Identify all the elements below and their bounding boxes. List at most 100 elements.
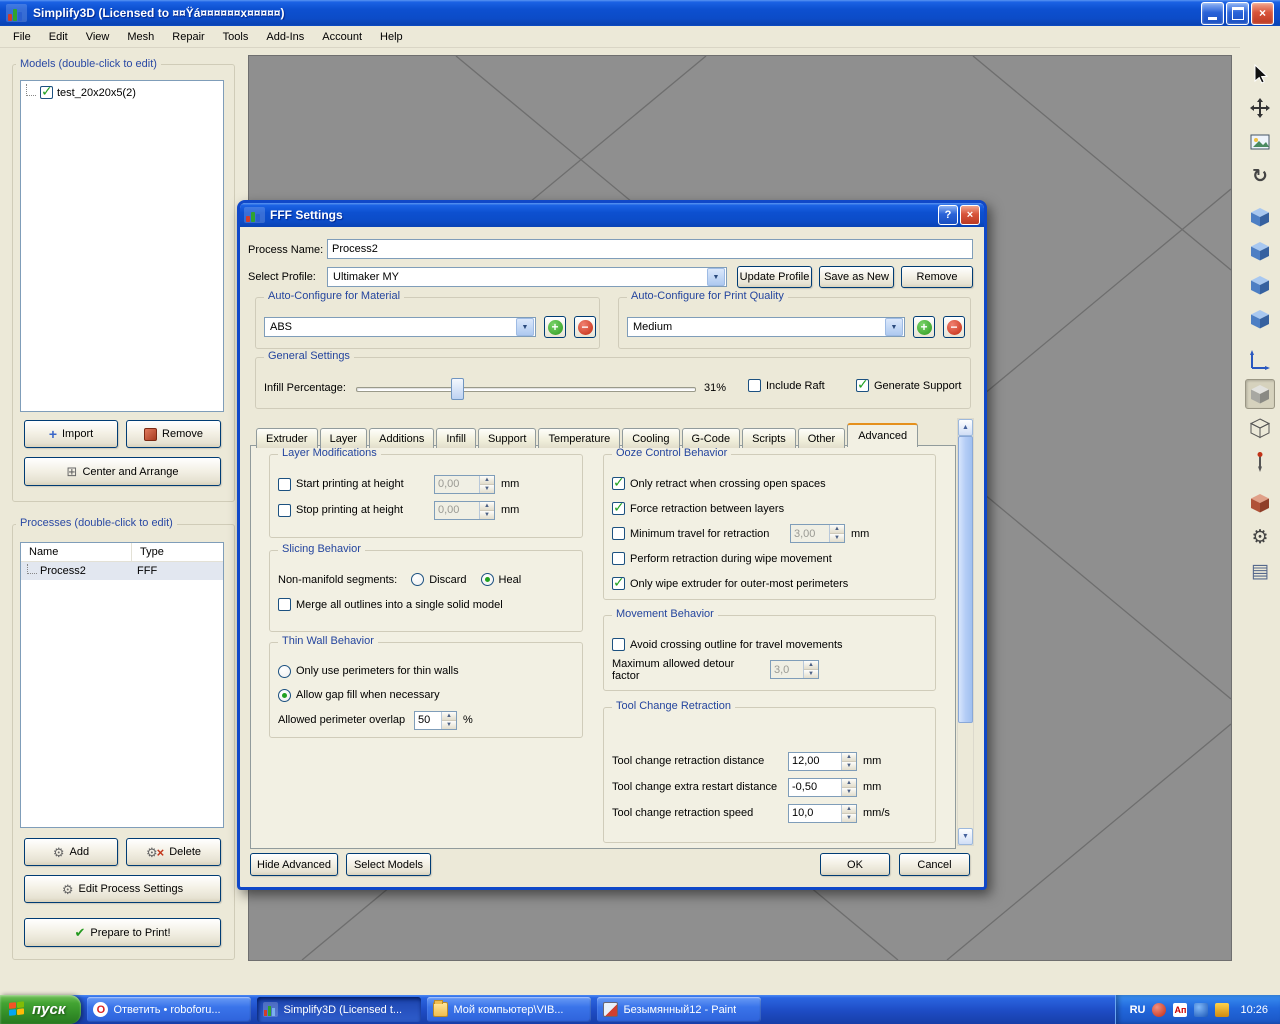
merge-outlines-checkbox[interactable]: Merge all outlines into a single solid m… (278, 592, 574, 617)
add-quality-button[interactable]: + (913, 316, 935, 338)
generate-support-checkbox[interactable]: Generate Support (856, 379, 961, 392)
default-view-tool[interactable] (1245, 202, 1275, 232)
snapshot-tool[interactable] (1245, 127, 1275, 157)
delete-process-button[interactable]: ⚙× Delete (126, 838, 221, 866)
clock[interactable]: 10:26 (1240, 1004, 1268, 1016)
slider-thumb[interactable] (451, 378, 464, 400)
dropdown-arrow-icon[interactable] (516, 318, 534, 336)
profile-select[interactable]: Ultimaker MY (327, 267, 727, 287)
menu-help[interactable]: Help (371, 28, 412, 46)
app-titlebar[interactable]: Simplify3D (Licensed to ¤¤Ÿá¤¤¤¤¤¤x¤¤¤¤¤… (0, 0, 1280, 26)
tab-scripts[interactable]: Scripts (742, 428, 796, 448)
include-raft-checkbox[interactable]: Include Raft (748, 379, 825, 392)
model-item[interactable]: test_20x20x5(2) (21, 81, 223, 103)
menu-addins[interactable]: Add-Ins (257, 28, 313, 46)
cancel-button[interactable]: Cancel (899, 853, 970, 876)
remove-profile-button[interactable]: Remove (901, 266, 973, 288)
save-as-new-button[interactable]: Save as New (819, 266, 894, 288)
select-models-button[interactable]: Select Models (346, 853, 431, 876)
taskbar-item-browser[interactable]: O Ответить • roboforu... (87, 997, 251, 1022)
start-printing-checkbox[interactable]: Start printing at height (278, 478, 428, 491)
menu-account[interactable]: Account (313, 28, 371, 46)
perimeters-only-radio[interactable]: Only use perimeters for thin walls (278, 659, 574, 683)
tc-distance-input[interactable] (789, 753, 841, 770)
layer-preview-tool[interactable]: ▤ (1245, 556, 1275, 586)
menu-tools[interactable]: Tools (214, 28, 258, 46)
prepare-to-print-button[interactable]: ✔ Prepare to Print! (24, 918, 221, 947)
support-pin-tool[interactable] (1245, 447, 1275, 477)
wipe-retraction-checkbox[interactable]: Perform retraction during wipe movement (612, 546, 927, 571)
scrollbar-thumb[interactable] (958, 436, 973, 723)
quality-select[interactable]: Medium (627, 317, 905, 337)
process-name-input[interactable] (327, 239, 973, 259)
tray-icon-3[interactable] (1194, 1003, 1208, 1017)
spinner-arrows[interactable] (441, 712, 456, 729)
tc-distance-spinner[interactable] (788, 752, 857, 771)
center-and-arrange-button[interactable]: ⊞ Center and Arrange (24, 457, 221, 486)
add-material-button[interactable]: + (544, 316, 566, 338)
machine-settings-tool[interactable]: ⚙ (1245, 522, 1275, 552)
force-retraction-checkbox[interactable]: Force retraction between layers (612, 496, 927, 521)
maximize-button[interactable] (1226, 2, 1249, 25)
min-travel-checkbox[interactable]: Minimum travel for retraction (612, 527, 784, 540)
scroll-up-button[interactable] (958, 419, 973, 436)
remove-material-button[interactable]: − (574, 316, 596, 338)
close-button[interactable]: × (1251, 2, 1274, 25)
tab-layer[interactable]: Layer (320, 428, 368, 448)
overlap-spinner[interactable] (414, 711, 457, 730)
side-view-tool[interactable] (1245, 304, 1275, 334)
discard-radio[interactable]: Discard (411, 573, 466, 586)
tc-speed-spinner[interactable] (788, 804, 857, 823)
wireframe-view-tool[interactable] (1245, 413, 1275, 443)
translate-tool[interactable] (1245, 93, 1275, 123)
menu-file[interactable]: File (4, 28, 40, 46)
retract-open-spaces-checkbox[interactable]: Only retract when crossing open spaces (612, 471, 927, 496)
dropdown-arrow-icon[interactable] (885, 318, 903, 336)
menu-mesh[interactable]: Mesh (118, 28, 163, 46)
spinner-arrows[interactable] (841, 805, 856, 822)
tab-infill[interactable]: Infill (436, 428, 476, 448)
tray-icon-2[interactable]: Ап (1173, 1003, 1187, 1017)
scroll-down-button[interactable] (958, 828, 973, 845)
hide-advanced-button[interactable]: Hide Advanced (250, 853, 338, 876)
process-row[interactable]: Process2 FFF (21, 562, 223, 580)
dialog-help-button[interactable]: ? (938, 205, 958, 225)
column-header-name[interactable]: Name (21, 543, 132, 561)
tab-support[interactable]: Support (478, 428, 537, 448)
tc-speed-input[interactable] (789, 805, 841, 822)
tab-extruder[interactable]: Extruder (256, 428, 318, 448)
edit-process-settings-button[interactable]: ⚙ Edit Process Settings (24, 875, 221, 903)
tray-icon-1[interactable] (1152, 1003, 1166, 1017)
material-select[interactable]: ABS (264, 317, 536, 337)
front-view-tool[interactable] (1245, 270, 1275, 300)
dropdown-arrow-icon[interactable] (707, 268, 725, 286)
menu-repair[interactable]: Repair (163, 28, 213, 46)
cross-section-tool[interactable] (1245, 488, 1275, 518)
tab-gcode[interactable]: G-Code (682, 428, 741, 448)
models-list[interactable]: test_20x20x5(2) (20, 80, 224, 412)
spinner-arrows[interactable] (841, 779, 856, 796)
ok-button[interactable]: OK (820, 853, 890, 876)
add-process-button[interactable]: ⚙ Add (24, 838, 118, 866)
dialog-titlebar[interactable]: FFF Settings ? × (240, 203, 984, 227)
avoid-crossing-checkbox[interactable]: Avoid crossing outline for travel moveme… (612, 632, 927, 657)
model-checkbox[interactable] (40, 86, 53, 99)
remove-quality-button[interactable]: − (943, 316, 965, 338)
spinner-arrows[interactable] (841, 753, 856, 770)
heal-radio[interactable]: Heal (481, 573, 522, 586)
infill-slider[interactable] (356, 378, 696, 398)
stop-printing-checkbox[interactable]: Stop printing at height (278, 504, 428, 517)
coordinate-axes-toggle[interactable] (1245, 345, 1275, 375)
tray-icon-4[interactable] (1215, 1003, 1229, 1017)
tab-temperature[interactable]: Temperature (538, 428, 620, 448)
gap-fill-radio[interactable]: Allow gap fill when necessary (278, 683, 574, 707)
rotate-view-tool[interactable]: ↻ (1245, 161, 1275, 191)
taskbar-item-paint[interactable]: Безымянный12 - Paint (597, 997, 761, 1022)
wipe-outer-checkbox[interactable]: Only wipe extruder for outer-most perime… (612, 571, 927, 596)
tab-panel-scrollbar[interactable] (957, 418, 974, 846)
processes-list[interactable]: Name Type Process2 FFF (20, 542, 224, 828)
taskbar-item-simplify3d[interactable]: Simplify3D (Licensed t... (257, 997, 421, 1022)
solid-view-tool[interactable] (1245, 379, 1275, 409)
tab-other[interactable]: Other (798, 428, 846, 448)
tc-restart-spinner[interactable] (788, 778, 857, 797)
